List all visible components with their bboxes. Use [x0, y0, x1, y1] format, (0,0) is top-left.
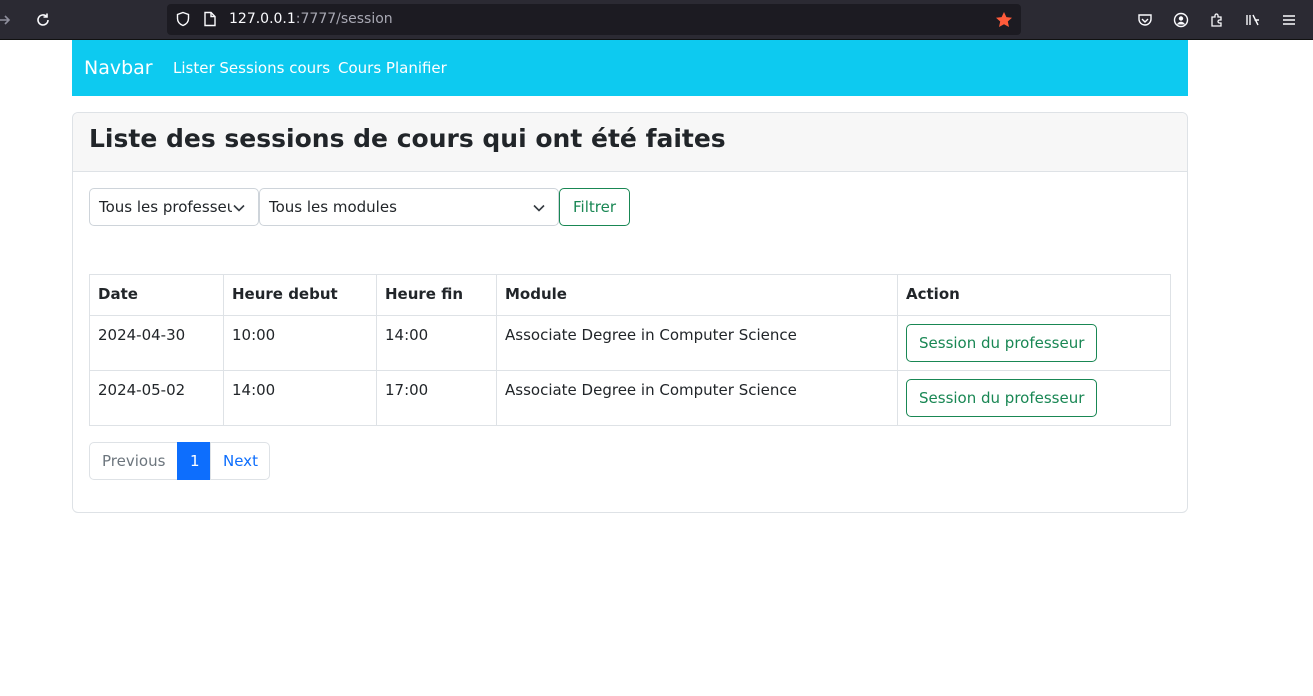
column-header-module: Module [496, 274, 898, 316]
session-professor-button[interactable]: Session du professeur [906, 379, 1098, 417]
chevron-down-icon [532, 201, 546, 215]
card-header: Liste des sessions de cours qui ont été … [73, 113, 1187, 172]
column-header-end: Heure fin [376, 274, 497, 316]
extensions-icon[interactable] [1205, 8, 1229, 32]
chevron-down-icon [232, 201, 258, 215]
cell-action: Session du professeur [897, 370, 1171, 426]
url-bar[interactable]: 127.0.0.1:7777/session [167, 4, 1021, 35]
navbar: Navbar Lister Sessions cours Cours Plani… [72, 40, 1188, 96]
url-text[interactable]: 127.0.0.1:7777/session [229, 11, 393, 28]
cell-start: 14:00 [223, 370, 377, 426]
cell-start: 10:00 [223, 315, 377, 371]
session-professor-button[interactable]: Session du professeur [906, 324, 1098, 362]
cell-end: 14:00 [376, 315, 497, 371]
cell-date: 2024-05-02 [89, 370, 224, 426]
pagination-next[interactable]: Next [210, 442, 270, 480]
cell-end: 17:00 [376, 370, 497, 426]
nav-link-lister-sessions[interactable]: Lister Sessions cours [173, 58, 330, 78]
filter-button[interactable]: Filtrer [559, 188, 630, 226]
forward-icon[interactable] [0, 8, 16, 32]
nav-link-cours-planifier[interactable]: Cours Planifier [338, 58, 447, 78]
module-select-value: Tous les modules [269, 198, 397, 216]
cell-module: Associate Degree in Computer Science [496, 370, 898, 426]
bookmark-star-icon[interactable] [995, 11, 1013, 33]
pagination: Previous 1 Next [89, 442, 270, 480]
page-title: Liste des sessions de cours qui ont été … [89, 124, 726, 153]
table-row: 2024-04-30 10:00 14:00 Associate Degree … [89, 315, 1171, 371]
shield-icon[interactable] [175, 11, 191, 31]
column-header-action: Action [897, 274, 1171, 316]
sessions-table: Date Heure debut Heure fin Module Action… [89, 274, 1171, 426]
pagination-previous[interactable]: Previous [89, 442, 178, 480]
pagination-page-1[interactable]: 1 [177, 442, 211, 480]
cell-action: Session du professeur [897, 315, 1171, 371]
page-icon [203, 11, 217, 31]
browser-toolbar: 127.0.0.1:7777/session [0, 0, 1313, 40]
navbar-brand[interactable]: Navbar [84, 56, 153, 80]
table-row: 2024-05-02 14:00 17:00 Associate Degree … [89, 370, 1171, 426]
cell-module: Associate Degree in Computer Science [496, 315, 898, 371]
cell-date: 2024-04-30 [89, 315, 224, 371]
sessions-card: Liste des sessions de cours qui ont été … [72, 112, 1188, 513]
reload-icon[interactable] [31, 8, 55, 32]
professor-select[interactable]: Tous les professeurs [89, 188, 259, 226]
pocket-icon[interactable] [1133, 8, 1157, 32]
reader-view-icon[interactable] [1241, 8, 1265, 32]
professor-select-value: Tous les professeurs [99, 198, 251, 216]
column-header-date: Date [89, 274, 224, 316]
account-icon[interactable] [1169, 8, 1193, 32]
menu-icon[interactable] [1277, 8, 1301, 32]
module-select[interactable]: Tous les modules [259, 188, 559, 226]
table-header-row: Date Heure debut Heure fin Module Action [89, 274, 1171, 316]
column-header-start: Heure debut [223, 274, 377, 316]
